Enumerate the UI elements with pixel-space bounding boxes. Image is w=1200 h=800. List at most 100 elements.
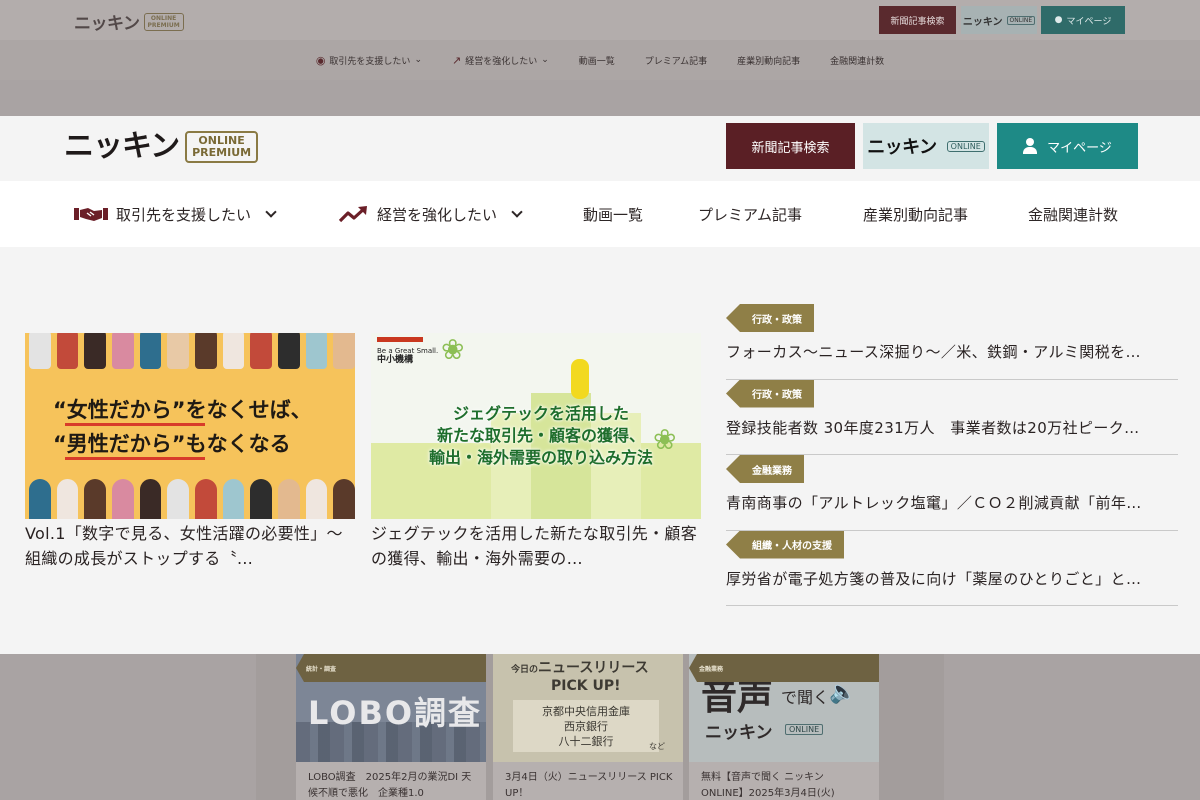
background-badge-line1: ONLINE	[150, 14, 177, 22]
face-illustration	[278, 333, 300, 369]
face-illustration	[278, 479, 300, 519]
nav-item-videos[interactable]: 動画一覧	[583, 181, 643, 247]
face-illustration	[250, 479, 273, 519]
background-card: 今日のニュースリリース PICK UP! 京都中央信用金庫 西京銀行 八十二銀行…	[493, 654, 683, 800]
featured-card-title[interactable]: Vol.1「数字で見る、女性活躍の必要性」～組織の成長がストップする〝…	[25, 521, 355, 571]
face-illustration	[56, 479, 79, 519]
faces-decoration	[25, 333, 355, 369]
category-tag[interactable]: 行政・政策	[726, 379, 814, 408]
face-illustration	[112, 333, 134, 369]
pickup-heading-line3: PICK UP!	[551, 678, 621, 694]
news-list-item[interactable]: 金融業務 青南商事の「アルトレック塩竃」／ＣＯ２削減貢献「前年…	[726, 455, 1178, 531]
background-online-button: ニッキン ONLINE	[961, 6, 1037, 34]
image-headline-line1: ジェグテックを活用した	[452, 404, 629, 423]
nav-item-support-clients[interactable]: 取引先を支援したい	[74, 181, 277, 247]
pickup-heading-line1: 今日の	[511, 665, 539, 675]
main-nav: 取引先を支援したい 経営を強化したい 動画一覧 プレミアム記事 産業別動向記事 …	[0, 181, 1200, 247]
background-card-image: 音声 で聞く 🔈 ニッキン ONLINE 金融業務	[689, 654, 879, 762]
pickup-bank: 八十二銀行	[558, 735, 614, 748]
lobo-title: LOBO調査	[308, 694, 483, 732]
underline-decoration	[65, 457, 205, 460]
face-illustration	[195, 479, 217, 519]
news-headline[interactable]: フォーカス～ニュース深掘り～／米、鉄鋼・アルミ関税を…	[726, 342, 1178, 362]
background-card-caption: LOBO調査 2025年2月の業況DI 天候不順で悪化 企業種1.0	[308, 772, 472, 799]
face-illustration	[222, 479, 245, 519]
chevron-down-icon	[511, 206, 523, 218]
news-list: 行政・政策 フォーカス～ニュース深掘り～／米、鉄鋼・アルミ関税を… 行政・政策 …	[726, 304, 1178, 606]
news-headline[interactable]: 登録技能者数 30年度231万人 事業者数は20万社ピーク…	[726, 418, 1178, 438]
leaf-decoration: ❀	[441, 333, 465, 366]
mypage-button[interactable]: マイページ	[997, 123, 1138, 169]
logo-wordmark: ニッキン	[64, 129, 180, 164]
featured-card-image[interactable]: “女性だから”をなくせば、 “男性だから”もなくなる	[25, 333, 355, 519]
background-nav-item: 金融関連計数	[830, 56, 885, 67]
brand-name: 中小機構	[377, 355, 414, 365]
background-nav-item: ◉ 取引先を支援したい ⌄	[315, 53, 422, 67]
news-list-item[interactable]: 組織・人材の支援 厚労省が電子処方箋の普及に向け「薬屋のひとりごと」と…	[726, 530, 1178, 606]
pickup-more: など	[649, 742, 665, 751]
site-logo[interactable]: ニッキン ONLINE PREMIUM	[64, 129, 259, 164]
underline-decoration	[65, 423, 205, 426]
category-tag[interactable]: 金融業務	[726, 455, 804, 483]
featured-card-image[interactable]: ❀ ❀ Be a Great Small. 中小機構 ジェグテックを活用した 新…	[371, 333, 701, 519]
background-card-caption: 無料【音声で聞く ニッキン ONLINE】2025年3月4日(火)	[701, 772, 835, 799]
background-logo-wordmark: ニッキン	[74, 14, 140, 34]
background-online-badge: ONLINE	[1006, 15, 1036, 25]
background-handshake-icon: ◉	[315, 53, 326, 67]
background-card-image: LOBO調査 統計・調査	[296, 654, 486, 762]
background-card-caption: 3月4日（火）ニュースリリース PICK UP！	[505, 772, 673, 799]
news-list-item[interactable]: 行政・政策 フォーカス～ニュース深掘り～／米、鉄鋼・アルミ関税を…	[726, 304, 1178, 380]
background-mypage-button: ● マイページ	[1041, 6, 1125, 34]
background-nav-item: プレミアム記事	[644, 56, 708, 67]
face-illustration	[29, 333, 51, 369]
face-illustration	[222, 333, 245, 369]
audio-badge: ONLINE	[785, 724, 824, 735]
background-card-row: LOBO調査 統計・調査 LOBO調査 2025年2月の業況DI 天候不順で悪化…	[256, 654, 944, 800]
category-tag[interactable]: 行政・政策	[726, 304, 814, 332]
featured-section: “女性だから”をなくせば、 “男性だから”もなくなる Vol.1「数字で見る、女	[0, 247, 1200, 654]
face-illustration	[167, 479, 190, 519]
featured-card-title[interactable]: ジェグテックを活用した新たな取引先・顧客の獲得、輸出・海外需要の…	[371, 521, 701, 571]
category-tag[interactable]: 組織・人材の支援	[726, 530, 844, 559]
audio-subtitle: で聞く	[781, 688, 830, 707]
background-online-wordmark: ニッキン	[962, 16, 1003, 28]
pickup-bank-list: 京都中央信用金庫 西京銀行 八十二銀行	[513, 700, 659, 752]
news-list-item[interactable]: 行政・政策 登録技能者数 30年度231万人 事業者数は20万社ピーク…	[726, 379, 1178, 455]
logo-badge-line2: PREMIUM	[192, 146, 252, 159]
online-wordmark: ニッキン	[867, 137, 937, 158]
background-card-tag: 金融業務	[689, 654, 879, 682]
nav-item-label: 経営を強化したい	[377, 205, 498, 224]
background-trend-icon: ↗	[451, 53, 462, 67]
nav-item-label: 動画一覧	[583, 205, 644, 224]
featured-image-headline: ジェグテックを活用した 新たな取引先・顧客の獲得、 輸出・海外需要の取り込み方法	[411, 403, 671, 469]
sme-agency-brand: Be a Great Small. 中小機構	[377, 347, 438, 365]
face-illustration	[29, 479, 51, 519]
pickup-bank: 西京銀行	[564, 720, 608, 733]
nav-item-financial-figures[interactable]: 金融関連計数	[1028, 181, 1118, 247]
nav-item-industry-trends[interactable]: 産業別動向記事	[863, 181, 968, 247]
handshake-icon	[74, 208, 108, 221]
nav-item-strengthen-management[interactable]: 経営を強化したい	[339, 181, 523, 247]
background-user-icon: ●	[1054, 15, 1063, 25]
nav-item-label: 産業別動向記事	[863, 205, 969, 224]
nav-item-label: 金融関連計数	[1028, 205, 1119, 224]
newspaper-search-button[interactable]: 新聞記事検索	[726, 123, 855, 169]
site-header: ニッキン ONLINE PREMIUM 新聞記事検索 ニッキン ONLINE マ…	[0, 116, 1200, 181]
face-illustration	[167, 333, 190, 369]
image-headline-line3: 輸出・海外需要の取り込み方法	[428, 448, 653, 467]
nav-item-label: 取引先を支援したい	[116, 205, 252, 224]
featured-card[interactable]: ❀ ❀ Be a Great Small. 中小機構 ジェグテックを活用した 新…	[371, 333, 701, 571]
featured-card[interactable]: “女性だから”をなくせば、 “男性だから”もなくなる Vol.1「数字で見る、女	[25, 333, 355, 571]
nikkin-online-button[interactable]: ニッキン ONLINE	[863, 123, 989, 169]
pickup-bank: 京都中央信用金庫	[542, 705, 630, 718]
online-badge: ONLINE	[946, 140, 985, 152]
pickup-heading-line2: ニュースリリース	[538, 660, 649, 676]
audio-wordmark: ニッキン	[705, 723, 773, 743]
news-headline[interactable]: 青南商事の「アルトレック塩竃」／ＣＯ２削減貢献「前年…	[726, 493, 1178, 513]
face-illustration	[250, 333, 273, 369]
nav-item-premium-articles[interactable]: プレミアム記事	[698, 181, 802, 247]
background-logo-badge: ONLINE PREMIUM	[143, 12, 184, 31]
news-headline[interactable]: 厚労省が電子処方箋の普及に向け「薬屋のひとりごと」と…	[726, 569, 1178, 589]
image-headline-line2: 新たな取引先・顧客の獲得、	[436, 426, 645, 445]
user-icon	[1023, 138, 1038, 154]
